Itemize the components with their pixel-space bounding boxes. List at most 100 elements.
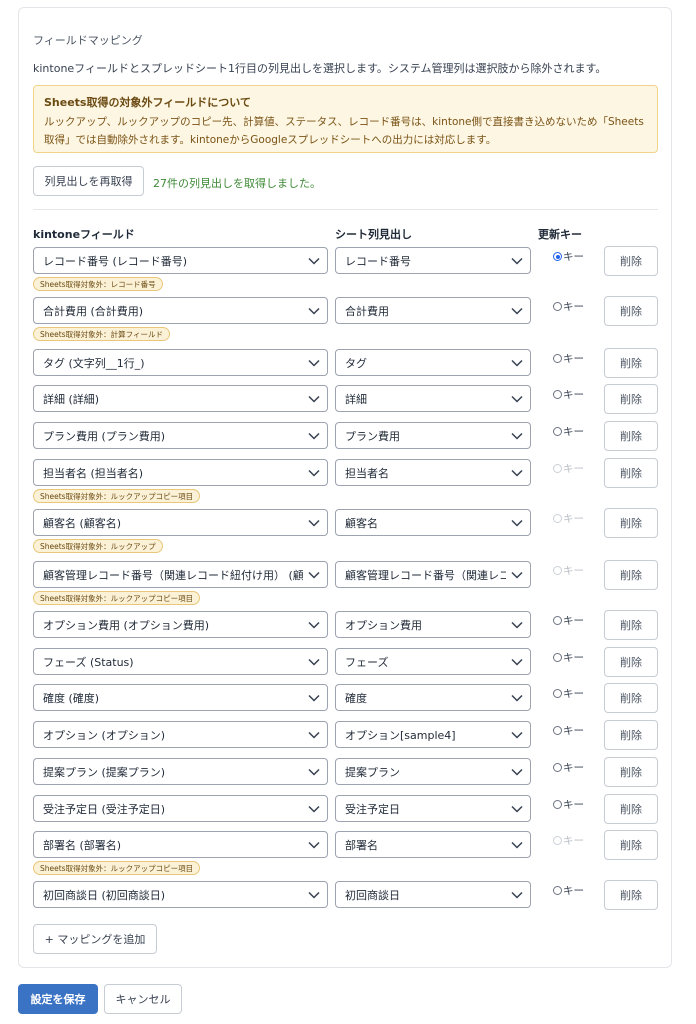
delete-row-button[interactable]: 削除 [604,830,658,860]
notice-title: Sheets取得の対象外フィールドについて [44,96,251,109]
refetch-headers-button[interactable]: 列見出しを再取得 [33,166,144,196]
delete-row-button[interactable]: 削除 [604,880,658,910]
chevron-down-icon [511,731,523,739]
radio-icon [553,836,562,845]
kintone-field-select[interactable]: 担当者名 (担当者名) [33,459,328,486]
update-key-radio[interactable]: キー [553,686,584,701]
kintone-field-select[interactable]: 初回商談日 (初回商談日) [33,881,328,908]
chevron-down-icon [511,621,523,629]
delete-row-button[interactable]: 削除 [604,384,658,414]
delete-row-button[interactable]: 削除 [604,560,658,590]
sheet-column-select[interactable]: 顧客管理レコード番号（関連レコ [335,561,531,588]
chevron-down-icon [511,469,523,477]
update-key-radio: キー [553,461,584,476]
update-key-radio[interactable]: キー [553,299,584,314]
sheet-column-select[interactable]: レコード番号 [335,247,531,274]
update-key-label: キー [563,463,584,475]
chevron-down-icon [308,841,320,849]
kintone-field-select[interactable]: 提案プラン (提案プラン) [33,758,328,785]
add-mapping-button[interactable]: + マッピングを追加 [33,924,157,954]
kintone-field-select[interactable]: 顧客名 (顧客名) [33,509,328,536]
kintone-field-select[interactable]: オプション (オプション) [33,721,328,748]
update-key-label: キー [563,688,584,700]
sheet-column-select[interactable]: タグ [335,349,531,376]
update-key-radio[interactable]: キー [553,387,584,402]
delete-row-button[interactable]: 削除 [604,794,658,824]
delete-row-button[interactable]: 削除 [604,421,658,451]
update-key-radio[interactable]: キー [553,249,584,264]
sheet-column-select[interactable]: 受注予定日 [335,795,531,822]
update-key-label: キー [563,513,584,525]
delete-row-button[interactable]: 削除 [604,683,658,713]
update-key-radio[interactable]: キー [553,650,584,665]
kintone-field-select[interactable]: プラン費用 (プラン費用) [33,422,328,449]
kintone-field-select[interactable]: 確度 (確度) [33,684,328,711]
sheet-column-value: 初回商談日 [345,888,400,902]
notice-body-line2: 取得」では自動除外されます。kintoneからGoogleスプレッドシートへの出… [44,134,497,146]
update-key-radio[interactable]: キー [553,760,584,775]
delete-row-button[interactable]: 削除 [604,508,658,538]
save-button[interactable]: 設定を保存 [18,984,98,1014]
sheet-column-select[interactable]: 部署名 [335,831,531,858]
delete-row-button[interactable]: 削除 [604,458,658,488]
sheet-column-select[interactable]: 提案プラン [335,758,531,785]
delete-row-button[interactable]: 削除 [604,647,658,677]
sheet-column-value: オプション費用 [345,618,422,632]
kintone-field-select[interactable]: 受注予定日 (受注予定日) [33,795,328,822]
sheet-column-select[interactable]: 担当者名 [335,459,531,486]
delete-row-button[interactable]: 削除 [604,757,658,787]
chevron-down-icon [511,805,523,813]
sheet-column-value: 合計費用 [345,304,389,318]
sheet-column-select[interactable]: フェーズ [335,648,531,675]
update-key-radio[interactable]: キー [553,613,584,628]
chevron-down-icon [308,768,320,776]
delete-row-button[interactable]: 削除 [604,348,658,378]
update-key-label: キー [563,426,584,438]
sheet-column-select[interactable]: 初回商談日 [335,881,531,908]
radio-icon [553,354,562,363]
kintone-field-value: 部署名 (部署名) [43,838,122,852]
update-key-radio: キー [553,563,584,578]
kintone-field-select[interactable]: 部署名 (部署名) [33,831,328,858]
delete-row-button[interactable]: 削除 [604,720,658,750]
kintone-field-select[interactable]: オプション費用 (オプション費用) [33,611,328,638]
update-key-radio[interactable]: キー [553,424,584,439]
delete-row-button[interactable]: 削除 [604,296,658,326]
radio-icon [553,252,562,261]
chevron-down-icon [308,257,320,265]
chevron-down-icon [511,395,523,403]
kintone-field-select[interactable]: タグ (文字列__1行_) [33,349,328,376]
delete-row-button[interactable]: 削除 [604,246,658,276]
update-key-radio[interactable]: キー [553,723,584,738]
kintone-field-value: タグ (文字列__1行_) [43,356,145,370]
sheet-column-select[interactable]: オプション費用 [335,611,531,638]
kintone-field-select[interactable]: 詳細 (詳細) [33,385,328,412]
sheet-column-select[interactable]: 詳細 [335,385,531,412]
radio-icon [553,689,562,698]
sheet-column-value: 顧客管理レコード番号（関連レコ [345,568,506,582]
kintone-field-select[interactable]: レコード番号 (レコード番号) [33,247,328,274]
sheet-column-value: 受注予定日 [345,802,400,816]
kintone-field-select[interactable]: フェーズ (Status) [33,648,328,675]
kintone-field-select[interactable]: 顧客管理レコード番号（関連レコード紐付け用） (顧客 [33,561,328,588]
kintone-field-value: プラン費用 (プラン費用) [43,429,166,443]
sheet-column-select[interactable]: オプション[sample4] [335,721,531,748]
radio-icon [553,514,562,523]
sheet-column-select[interactable]: 確度 [335,684,531,711]
chevron-down-icon [308,571,320,579]
sheet-column-value: レコード番号 [345,254,411,268]
update-key-radio[interactable]: キー [553,883,584,898]
update-key-radio[interactable]: キー [553,351,584,366]
excluded-field-badge: Sheets取得対象外：ルックアップ [33,539,163,553]
sheet-column-select[interactable]: 合計費用 [335,297,531,324]
sheet-column-select[interactable]: プラン費用 [335,422,531,449]
update-key-label: キー [563,565,584,577]
sheet-column-select[interactable]: 顧客名 [335,509,531,536]
kintone-field-select[interactable]: 合計費用 (合計費用) [33,297,328,324]
cancel-button[interactable]: キャンセル [104,984,182,1014]
excluded-field-badge: Sheets取得対象外：ルックアップコピー項目 [33,591,201,605]
update-key-radio[interactable]: キー [553,797,584,812]
update-key-label: キー [563,885,584,897]
delete-row-button[interactable]: 削除 [604,610,658,640]
chevron-down-icon [511,768,523,776]
